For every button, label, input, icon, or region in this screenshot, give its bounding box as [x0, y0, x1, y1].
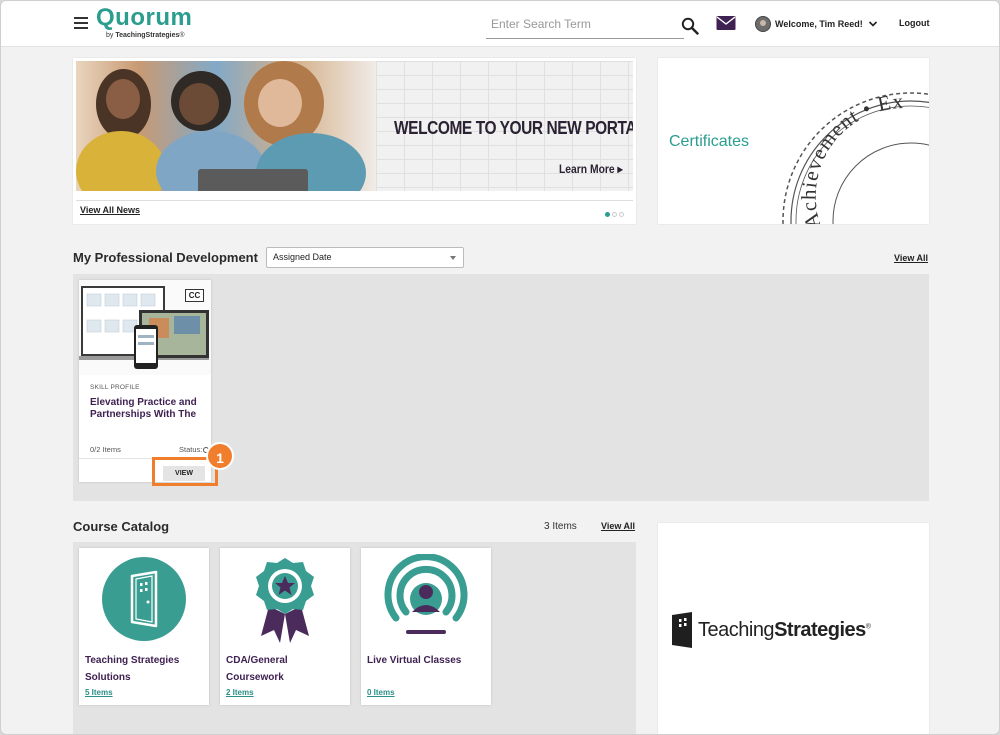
carousel-dot[interactable]	[612, 212, 617, 217]
section-title-catalog: Course Catalog	[73, 519, 170, 534]
live-broadcast-icon	[384, 554, 468, 634]
search-box	[486, 12, 684, 39]
avatar	[755, 16, 771, 32]
certificate-seal-icon: Achievement • Ex	[782, 89, 929, 224]
user-welcome: Welcome, Tim Reed!	[775, 19, 863, 29]
catalog-card-cda[interactable]: CDA/General Coursework 2 Items	[220, 548, 350, 705]
catalog-card-live-virtual[interactable]: Live Virtual Classes 0 Items	[361, 548, 491, 705]
app-window: Quorum by TeachingStrategies® Welcome, T…	[0, 0, 1000, 735]
certificates-card[interactable]: Certificates Achievement • Ex	[658, 58, 929, 224]
view-all-news-link[interactable]: View All News	[80, 205, 140, 215]
catalog-card-ts-solutions[interactable]: Teaching Strategies Solutions 5 Items	[79, 548, 209, 705]
chevron-down-icon	[868, 21, 877, 27]
logo-text: TeachingStrategies®	[698, 618, 871, 641]
carousel-dot[interactable]	[605, 212, 610, 217]
catalog-course-name: Live Virtual Classes	[367, 655, 462, 666]
catalog-view-all-link[interactable]: View All	[601, 521, 635, 531]
quorum-logo[interactable]: Quorum by TeachingStrategies®	[96, 4, 193, 40]
logout-link[interactable]: Logout	[899, 18, 930, 28]
certificates-title: Certificates	[669, 133, 750, 150]
catalog-items-link[interactable]: 2 Items	[226, 688, 254, 697]
catalog-list: Teaching Strategies Solutions 5 Items CD…	[73, 542, 636, 734]
section-title-pd: My Professional Development	[73, 250, 258, 265]
course-type-label: SKILL PROFILE	[90, 384, 140, 391]
carousel-dots	[605, 212, 624, 217]
svg-text:Achievement • Ex: Achievement • Ex	[797, 89, 905, 224]
logo-byline: by TeachingStrategies®	[106, 32, 185, 39]
catalog-items-link[interactable]: 0 Items	[367, 688, 395, 697]
catalog-course-name: Teaching Strategies Solutions	[85, 655, 180, 683]
catalog-count: 3 Items	[544, 521, 577, 532]
menu-icon[interactable]	[74, 17, 88, 29]
annotation-step-badge: 1	[206, 442, 234, 470]
news-carousel: WELCOME TO YOUR NEW PORTAL Learn More ▸ …	[73, 58, 636, 224]
catalog-course-name: CDA/General Coursework	[226, 655, 288, 683]
course-status: Status:	[179, 445, 210, 454]
learn-more-link[interactable]: Learn More ▸	[559, 162, 623, 176]
carousel-dot[interactable]	[619, 212, 624, 217]
course-thumbnail: CC	[79, 280, 211, 375]
award-ribbon-icon	[256, 558, 314, 643]
teaching-strategies-logo: TeachingStrategies®	[671, 612, 871, 648]
search-icon[interactable]	[681, 17, 699, 35]
pd-course-card[interactable]: CC SKILL PROFILE Elevating Practice and …	[79, 280, 211, 482]
door-logo-icon	[672, 612, 692, 648]
banner-headline: WELCOME TO YOUR NEW PORTAL	[394, 118, 633, 138]
sort-select-value: Assigned Date	[273, 252, 332, 262]
sort-select[interactable]: Assigned Date	[266, 247, 464, 268]
mail-icon[interactable]	[716, 15, 736, 31]
divider	[76, 200, 633, 201]
pd-view-all-link[interactable]: View All	[894, 253, 928, 263]
news-banner[interactable]: WELCOME TO YOUR NEW PORTAL Learn More ▸	[76, 61, 633, 191]
course-name[interactable]: Elevating Practice and Partnerships With…	[90, 397, 205, 421]
door-icon	[102, 557, 186, 641]
top-header: Quorum by TeachingStrategies® Welcome, T…	[1, 1, 999, 47]
logo-wordmark: Quorum	[96, 4, 193, 31]
closed-captions-badge: CC	[185, 289, 204, 302]
laptop-image	[198, 169, 308, 191]
teaching-strategies-card: TeachingStrategies®	[658, 523, 929, 734]
course-progress: 0/2 Items	[90, 445, 121, 454]
seal-text: Achievement • Ex	[797, 89, 904, 224]
catalog-items-link[interactable]: 5 Items	[85, 688, 113, 697]
caret-down-icon	[450, 256, 456, 260]
user-menu[interactable]: Welcome, Tim Reed!	[755, 15, 878, 33]
search-input[interactable]	[486, 12, 666, 36]
